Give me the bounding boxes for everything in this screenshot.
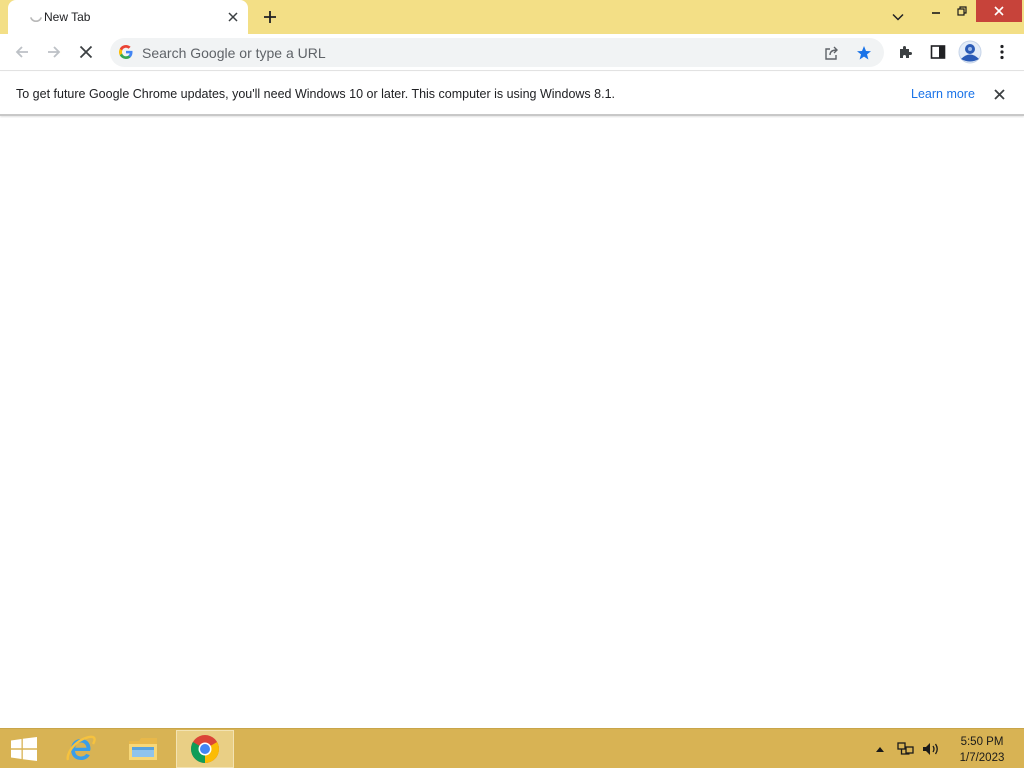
show-hidden-icons-arrow[interactable] bbox=[874, 743, 886, 755]
avatar bbox=[958, 40, 982, 64]
page-content bbox=[0, 118, 1024, 728]
taskbar-internet-explorer[interactable] bbox=[52, 730, 110, 768]
learn-more-link[interactable]: Learn more bbox=[911, 87, 975, 101]
restore-icon bbox=[957, 6, 967, 16]
stop-loading-button[interactable] bbox=[72, 38, 100, 66]
google-icon bbox=[118, 44, 134, 60]
windows-taskbar: 5:50 PM 1/7/2023 bbox=[0, 728, 1024, 768]
browser-toolbar bbox=[0, 34, 1024, 71]
tab-search-button[interactable] bbox=[886, 6, 910, 28]
profile-button[interactable] bbox=[956, 38, 984, 66]
tab-strip: New Tab bbox=[0, 0, 1024, 34]
side-panel-icon bbox=[930, 45, 946, 59]
puzzle-icon bbox=[900, 46, 912, 58]
clock-time: 5:50 PM bbox=[960, 736, 1004, 748]
network-icon[interactable] bbox=[896, 740, 916, 758]
side-panel-button[interactable] bbox=[924, 38, 952, 66]
update-infobar: To get future Google Chrome updates, you… bbox=[0, 72, 1024, 116]
back-button[interactable] bbox=[8, 38, 36, 66]
close-icon bbox=[994, 6, 1004, 16]
start-button[interactable] bbox=[4, 733, 44, 765]
chevron-down-icon bbox=[892, 13, 904, 21]
kebab-menu-icon bbox=[1000, 44, 1004, 60]
loading-spinner-icon bbox=[28, 9, 44, 25]
minimize-icon bbox=[932, 12, 940, 14]
window-close-button[interactable] bbox=[976, 0, 1022, 22]
share-icon[interactable] bbox=[820, 41, 844, 65]
tab-close-icon[interactable] bbox=[224, 8, 242, 26]
taskbar-file-explorer[interactable] bbox=[114, 730, 172, 768]
forward-button[interactable] bbox=[40, 38, 68, 66]
restore-button[interactable] bbox=[950, 0, 974, 22]
volume-icon[interactable] bbox=[920, 740, 942, 758]
chrome-icon bbox=[191, 735, 219, 763]
search-input[interactable] bbox=[142, 38, 802, 67]
clock-date: 1/7/2023 bbox=[959, 752, 1005, 764]
chrome-menu-button[interactable] bbox=[988, 38, 1016, 66]
bookmark-star-icon[interactable] bbox=[852, 41, 876, 65]
tab-title: New Tab bbox=[44, 10, 91, 24]
infobar-message: To get future Google Chrome updates, you… bbox=[16, 87, 615, 101]
stop-icon bbox=[79, 45, 93, 59]
arrow-right-icon bbox=[48, 46, 61, 58]
internet-explorer-icon bbox=[66, 735, 96, 761]
windows-logo-icon bbox=[11, 737, 37, 761]
arrow-left-icon bbox=[15, 46, 28, 58]
extensions-button[interactable] bbox=[892, 38, 920, 66]
minimize-button[interactable] bbox=[922, 0, 950, 22]
tab-new-tab[interactable]: New Tab bbox=[8, 0, 248, 34]
folder-icon bbox=[129, 738, 157, 760]
infobar-close-icon[interactable] bbox=[990, 85, 1008, 103]
taskbar-google-chrome[interactable] bbox=[176, 730, 234, 768]
new-tab-button[interactable] bbox=[258, 5, 282, 29]
address-bar[interactable] bbox=[110, 38, 884, 67]
plus-icon bbox=[264, 11, 276, 23]
system-clock[interactable]: 5:50 PM 1/7/2023 bbox=[952, 734, 1012, 766]
